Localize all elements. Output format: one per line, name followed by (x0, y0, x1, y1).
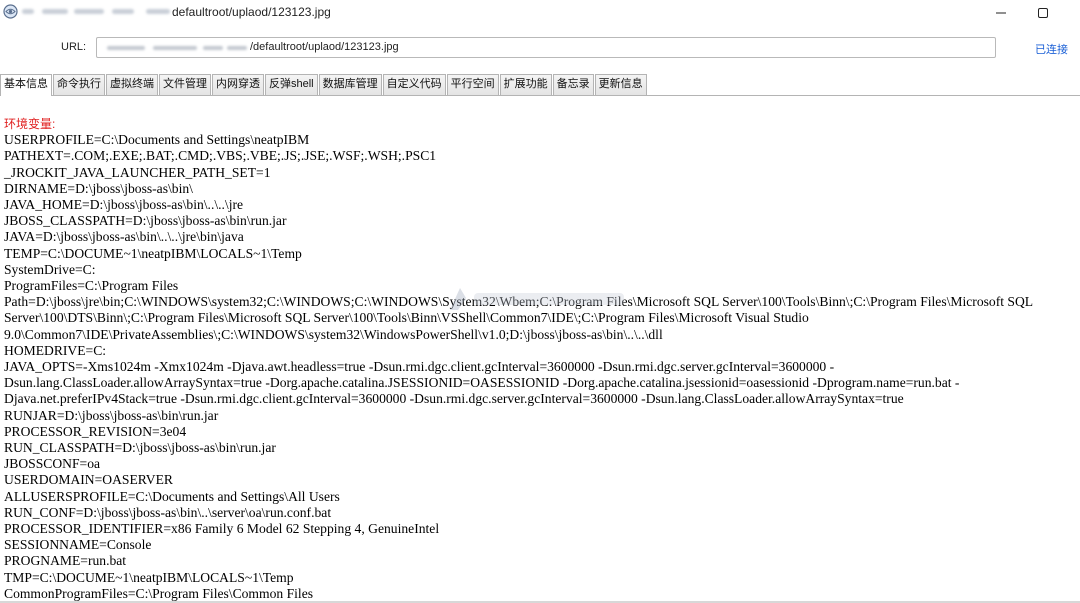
maximize-button[interactable] (1020, 0, 1066, 26)
tab-reverse-shell[interactable]: 反弹shell (265, 74, 318, 95)
env-line: ProgramFiles=C:\Program Files (4, 278, 179, 294)
env-line: PROCESSOR_IDENTIFIER=x86 Family 6 Model … (4, 521, 440, 537)
env-line: PROGNAME=run.bat (4, 553, 127, 569)
minimize-icon (996, 8, 1006, 18)
redacted-title-part (22, 9, 34, 14)
env-line: TMP=C:\DOCUME~1\neatpIBM\LOCALS~1\Temp (4, 569, 294, 585)
url-input[interactable]: /defaultroot/uplaod/123123.jpg (96, 37, 996, 58)
env-line: USERPROFILE=C:\Documents and Settings\ne… (4, 132, 310, 148)
env-line: TEMP=C:\DOCUME~1\neatpIBM\LOCALS~1\Temp (4, 245, 302, 261)
env-line: JAVA_HOME=D:\jboss\jboss-as\bin\..\..\jr… (4, 197, 244, 213)
section-title: 环境变量: (4, 117, 56, 131)
tab-command-exec[interactable]: 命令执行 (53, 74, 105, 95)
env-line: RUN_CONF=D:\jboss\jboss-as\bin\..\server… (4, 504, 332, 520)
tab-virtual-terminal[interactable]: 虚拟终端 (106, 74, 158, 95)
redacted-title-part (112, 9, 134, 14)
env-line: JAVA_OPTS=-Xms1024m -Xmx1024m -Djava.awt… (4, 359, 960, 407)
env-line: SystemDrive=C: (4, 261, 96, 277)
env-line: HOMEDRIVE=C: (4, 342, 107, 358)
window-title: defaultroot/uplaod/123123.jpg (172, 5, 331, 19)
maximize-icon (1038, 8, 1048, 18)
tab-parallel-space[interactable]: 平行空间 (446, 74, 499, 95)
tab-update-info[interactable]: 更新信息 (594, 74, 647, 95)
env-line: PATHEXT=.COM;.EXE;.BAT;.CMD;.VBS;.VBE;.J… (4, 148, 437, 164)
env-line: ALLUSERSPROFILE=C:\Documents and Setting… (4, 488, 340, 504)
minimize-button[interactable] (978, 0, 1024, 26)
redacted-url-part (153, 46, 197, 50)
tab-file-manager[interactable]: 文件管理 (159, 74, 211, 95)
tab-intranet-tunnel[interactable]: 内网穿透 (212, 74, 264, 95)
tab-basic-info[interactable]: 基本信息 (0, 74, 52, 96)
url-value: /defaultroot/uplaod/123123.jpg (250, 41, 399, 53)
connection-status-link[interactable]: 已连接 (1035, 41, 1068, 57)
tab-custom-code[interactable]: 自定义代码 (382, 74, 446, 95)
redacted-title-part (42, 9, 68, 14)
env-line: CommonProgramFiles=C:\Program Files\Comm… (4, 585, 314, 601)
tab-memo[interactable]: 备忘录 (552, 74, 594, 95)
env-line: JBOSS_CLASSPATH=D:\jboss\jboss-as\bin\ru… (4, 213, 287, 229)
title-bar: defaultroot/uplaod/123123.jpg (0, 0, 1080, 26)
app-globe-icon (3, 4, 18, 19)
redacted-url-part (107, 46, 145, 50)
redacted-title-part (74, 9, 104, 14)
env-line: USERDOMAIN=OASERVER (4, 472, 173, 488)
env-line: PROCESSOR_REVISION=3e04 (4, 423, 187, 439)
tab-database-manager[interactable]: 数据库管理 (318, 74, 382, 95)
redacted-url-part (203, 46, 223, 50)
redacted-url-part (227, 46, 247, 50)
tab-bar: 基本信息 命令执行 虚拟终端 文件管理 内网穿透 反弹shell 数据库管理 自… (0, 74, 648, 96)
env-line: JAVA=D:\jboss\jboss-as\bin\..\..\jre\bin… (4, 229, 244, 245)
env-info-panel: 环境变量: USERPROFILE=C:\Documents and Setti… (4, 116, 1076, 602)
tab-divider (0, 95, 1080, 96)
env-line: _JROCKIT_JAVA_LAUNCHER_PATH_SET=1 (4, 164, 271, 180)
env-line: DIRNAME=D:\jboss\jboss-as\bin\ (4, 180, 193, 196)
redacted-title-part (146, 9, 170, 14)
tab-extensions[interactable]: 扩展功能 (499, 74, 552, 95)
env-line: RUN_CLASSPATH=D:\jboss\jboss-as\bin\run.… (4, 440, 276, 456)
env-line: Path=D:\jboss\jre\bin;C:\WINDOWS\system3… (4, 294, 1037, 342)
url-label: URL: (61, 41, 87, 53)
url-row: URL: /defaultroot/uplaod/123123.jpg 已连接 (0, 26, 1080, 72)
env-line: SESSIONNAME=Console (4, 537, 152, 553)
env-line: RUNJAR=D:\jboss\jboss-as\bin\run.jar (4, 407, 219, 423)
env-line: JBOSSCONF=oa (4, 456, 101, 472)
